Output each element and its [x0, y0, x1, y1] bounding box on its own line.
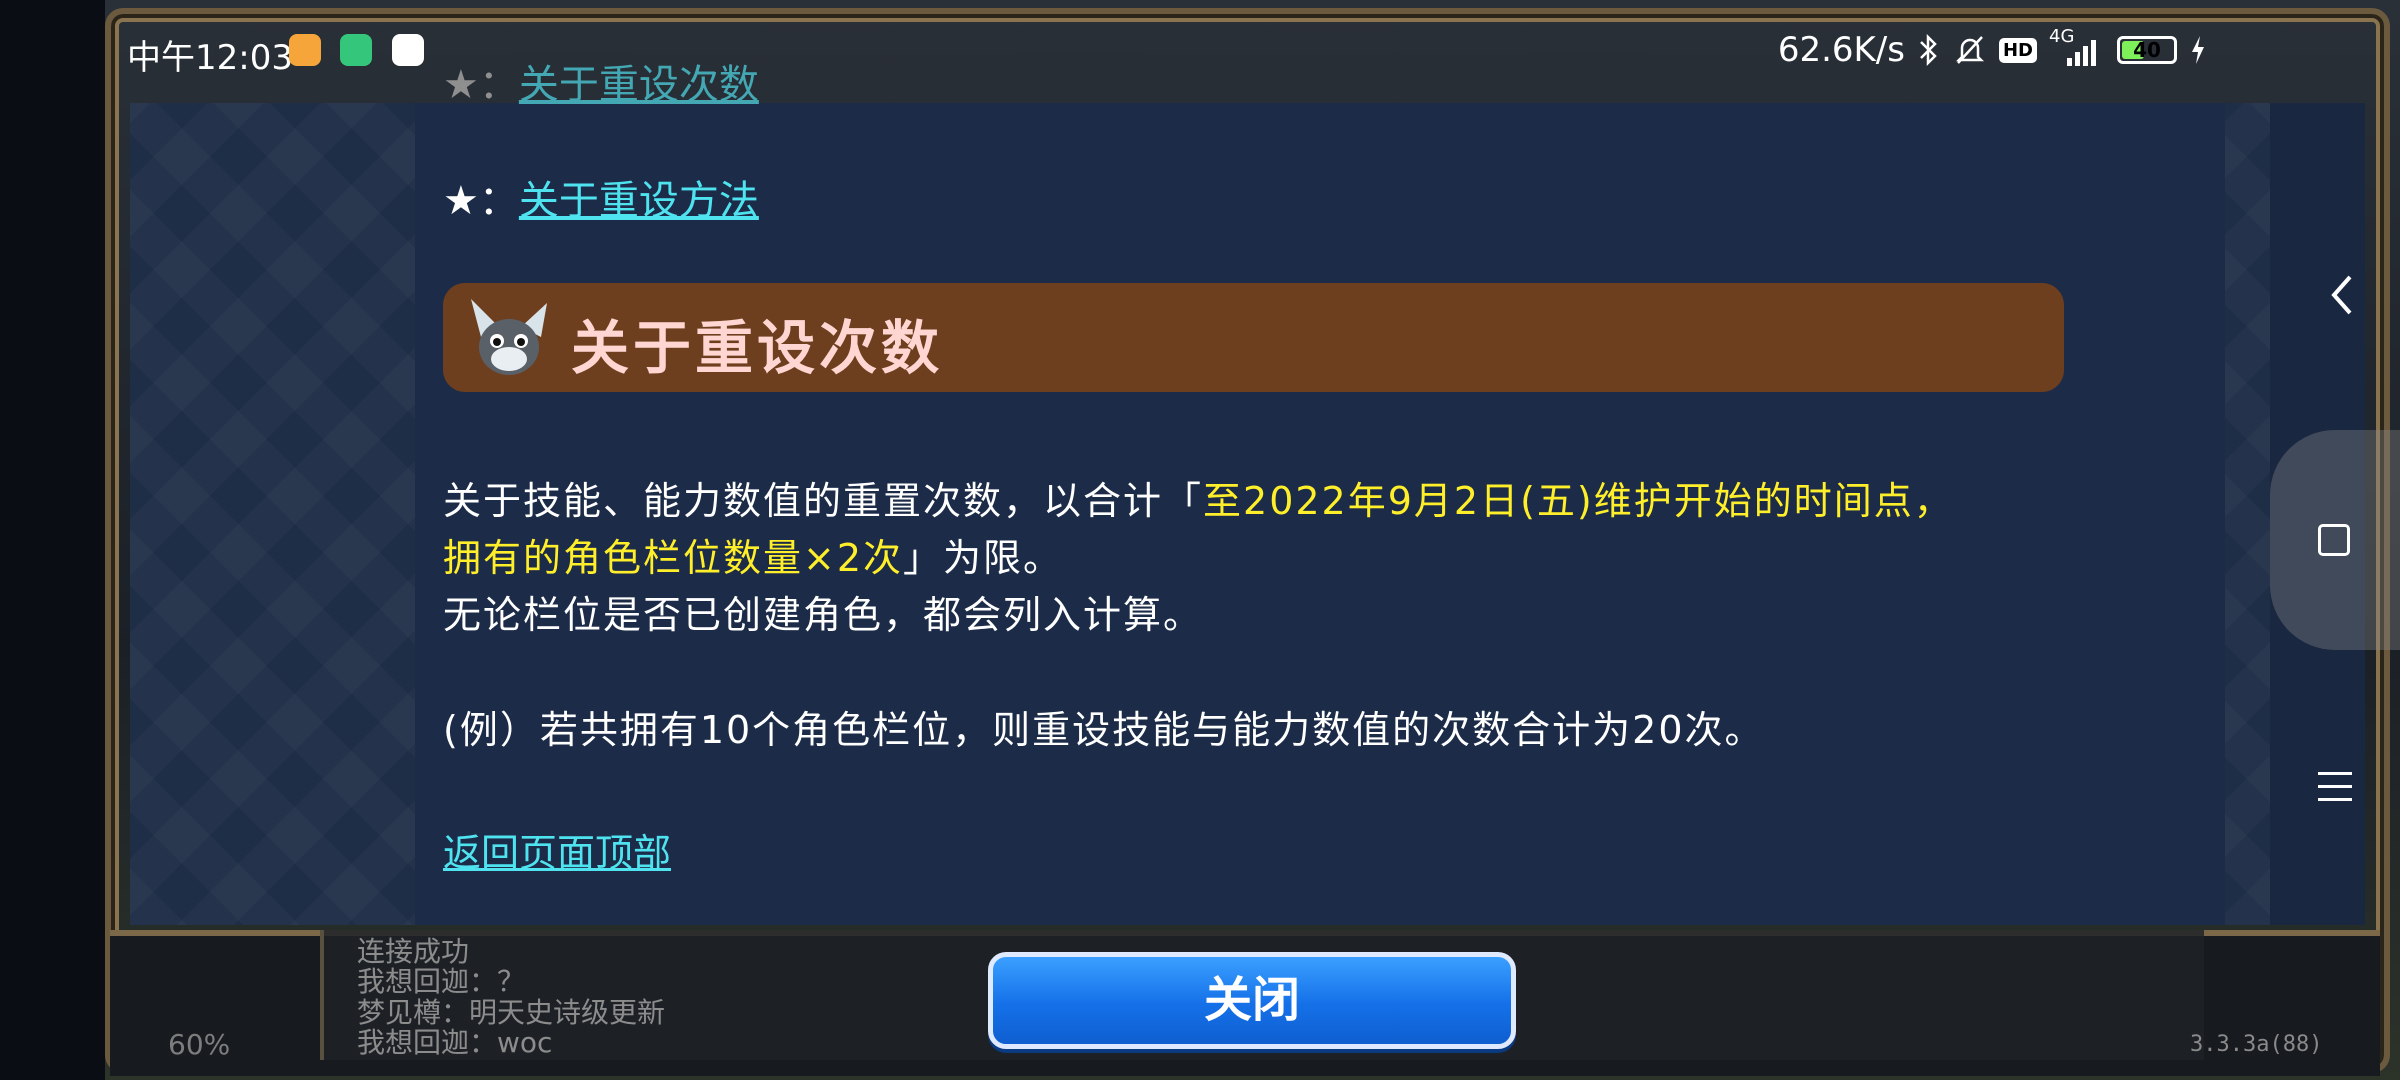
section-title: 关于重设次数	[571, 314, 944, 382]
paragraph-line-1: 关于技能、能力数值的重置次数，以合计「至2022年9月2日(五)维护开始的时间点…	[443, 473, 1954, 530]
status-time: 中午12:03	[127, 38, 293, 78]
status-right-group: 62.6K/s HD 4G 40	[1777, 26, 2207, 70]
charging-icon	[2192, 36, 2204, 64]
example-text: (例）若共拥有10个角色栏位，则重设技能与能力数值的次数合计为20次。	[443, 708, 1765, 752]
link-reset-count[interactable]: 关于重设次数	[519, 62, 759, 108]
mute-bell-icon	[1955, 36, 1985, 64]
highlight-text: 拥有的角色栏位数量×2次	[443, 536, 904, 580]
close-button[interactable]: 关闭	[988, 952, 1516, 1049]
battery-icon: 40	[2117, 36, 2177, 64]
section-header: 关于重设次数	[443, 283, 2064, 392]
nav-back-icon[interactable]	[2320, 265, 2364, 325]
star-prefix: ★：	[443, 62, 519, 108]
chat-line: 我想回迦：woc	[357, 1026, 553, 1059]
paragraph-text: 关于技能、能力数值的重置次数，以合计「	[443, 479, 1204, 523]
highlight-text: 至2022年9月2日(五)维护开始的时间点，	[1203, 479, 1954, 523]
paragraph-text: 」为限。	[903, 536, 1064, 580]
nav-home-icon[interactable]	[2318, 524, 2350, 556]
shield-app-icon	[340, 34, 372, 66]
star-link-row-top: ★：关于重设次数	[443, 52, 759, 110]
status-bar: 中午12:03 62.6K/s HD 4G 40	[127, 22, 2207, 82]
network-speed: 62.6K/s	[1777, 30, 1905, 70]
bluetooth-icon	[1920, 33, 1937, 67]
star-link-row: ★：关于重设方法	[443, 168, 759, 226]
signal-icon: 4G	[2049, 26, 2105, 68]
link-reset-method[interactable]: 关于重设方法	[519, 178, 759, 224]
star-prefix: ★：	[443, 178, 519, 224]
hd-badge: HD	[1998, 37, 2037, 63]
nav-menu-icon[interactable]	[2318, 772, 2352, 802]
battery-level: 40	[2133, 38, 2161, 62]
zoom-level: 60%	[168, 1028, 231, 1061]
paragraph-line-2: 拥有的角色栏位数量×2次」为限。	[443, 530, 1063, 587]
bookmark-app-icon	[392, 34, 424, 66]
notes-app-icon	[289, 34, 321, 66]
version-label: 3.3.3a(88)	[2190, 1032, 2323, 1057]
back-to-top-link[interactable]: 返回页面顶部	[443, 822, 671, 877]
paragraph-line-3: 无论栏位是否已创建角色，都会列入计算。	[443, 593, 1204, 637]
mascot-icon	[471, 299, 547, 375]
